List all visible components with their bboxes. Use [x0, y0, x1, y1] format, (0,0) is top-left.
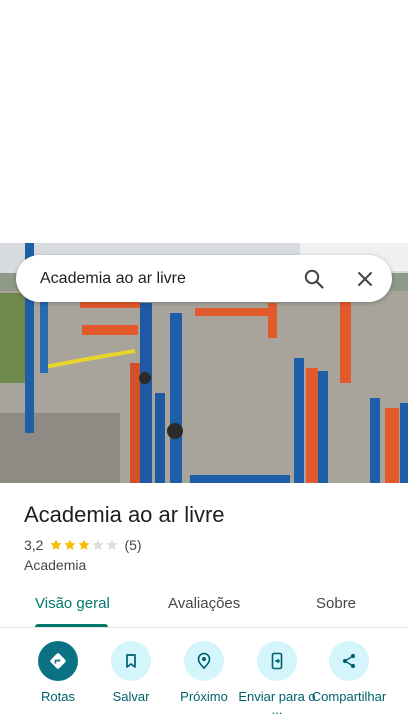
rating-stars: [49, 538, 119, 552]
tab-overview[interactable]: Visão geral: [35, 595, 110, 612]
share-button[interactable]: Compartilhar: [309, 641, 389, 703]
save-button[interactable]: Salvar: [91, 641, 171, 703]
star-icon: [50, 539, 63, 550]
search-bar[interactable]: Academia ao ar livre: [16, 255, 392, 302]
review-count: (5): [124, 537, 142, 553]
search-query[interactable]: Academia ao ar livre: [40, 270, 186, 288]
bookmark-icon: [126, 654, 136, 668]
tab-reviews[interactable]: Avaliações: [168, 595, 240, 612]
star-icon: [78, 539, 91, 550]
rating-row[interactable]: 3,2 (5): [24, 537, 142, 553]
place-sheet: Academia ao ar livre 3,2 (5) Academia Vi…: [0, 483, 408, 726]
place-category: Academia: [24, 557, 87, 573]
nearby-button[interactable]: Próximo: [164, 641, 244, 703]
save-label: Salvar: [112, 689, 150, 704]
send-to-phone-icon: [271, 652, 283, 670]
active-tab-indicator: [35, 624, 108, 627]
search-icon[interactable]: [302, 267, 326, 291]
tab-about[interactable]: Sobre: [316, 595, 356, 612]
directions-icon: [50, 653, 66, 669]
tab-bar: Visão geral Avaliações Sobre: [0, 581, 408, 628]
share-icon: [342, 653, 356, 669]
directions-label: Rotas: [41, 689, 75, 704]
star-icon: [92, 539, 105, 550]
send-to-phone-button[interactable]: Enviar para o ...: [237, 641, 317, 716]
nearby-label: Próximo: [180, 689, 228, 704]
share-label: Compartilhar: [311, 689, 387, 704]
nearby-icon: [197, 652, 211, 670]
place-title: Academia ao ar livre: [24, 502, 225, 527]
close-icon[interactable]: [353, 267, 377, 291]
send-to-phone-label: Enviar para o ...: [238, 689, 316, 717]
map-blank-area: [0, 0, 408, 243]
rating-value: 3,2: [24, 537, 44, 553]
directions-button[interactable]: Rotas: [18, 641, 98, 703]
star-icon: [64, 539, 77, 550]
star-icon: [106, 539, 119, 550]
